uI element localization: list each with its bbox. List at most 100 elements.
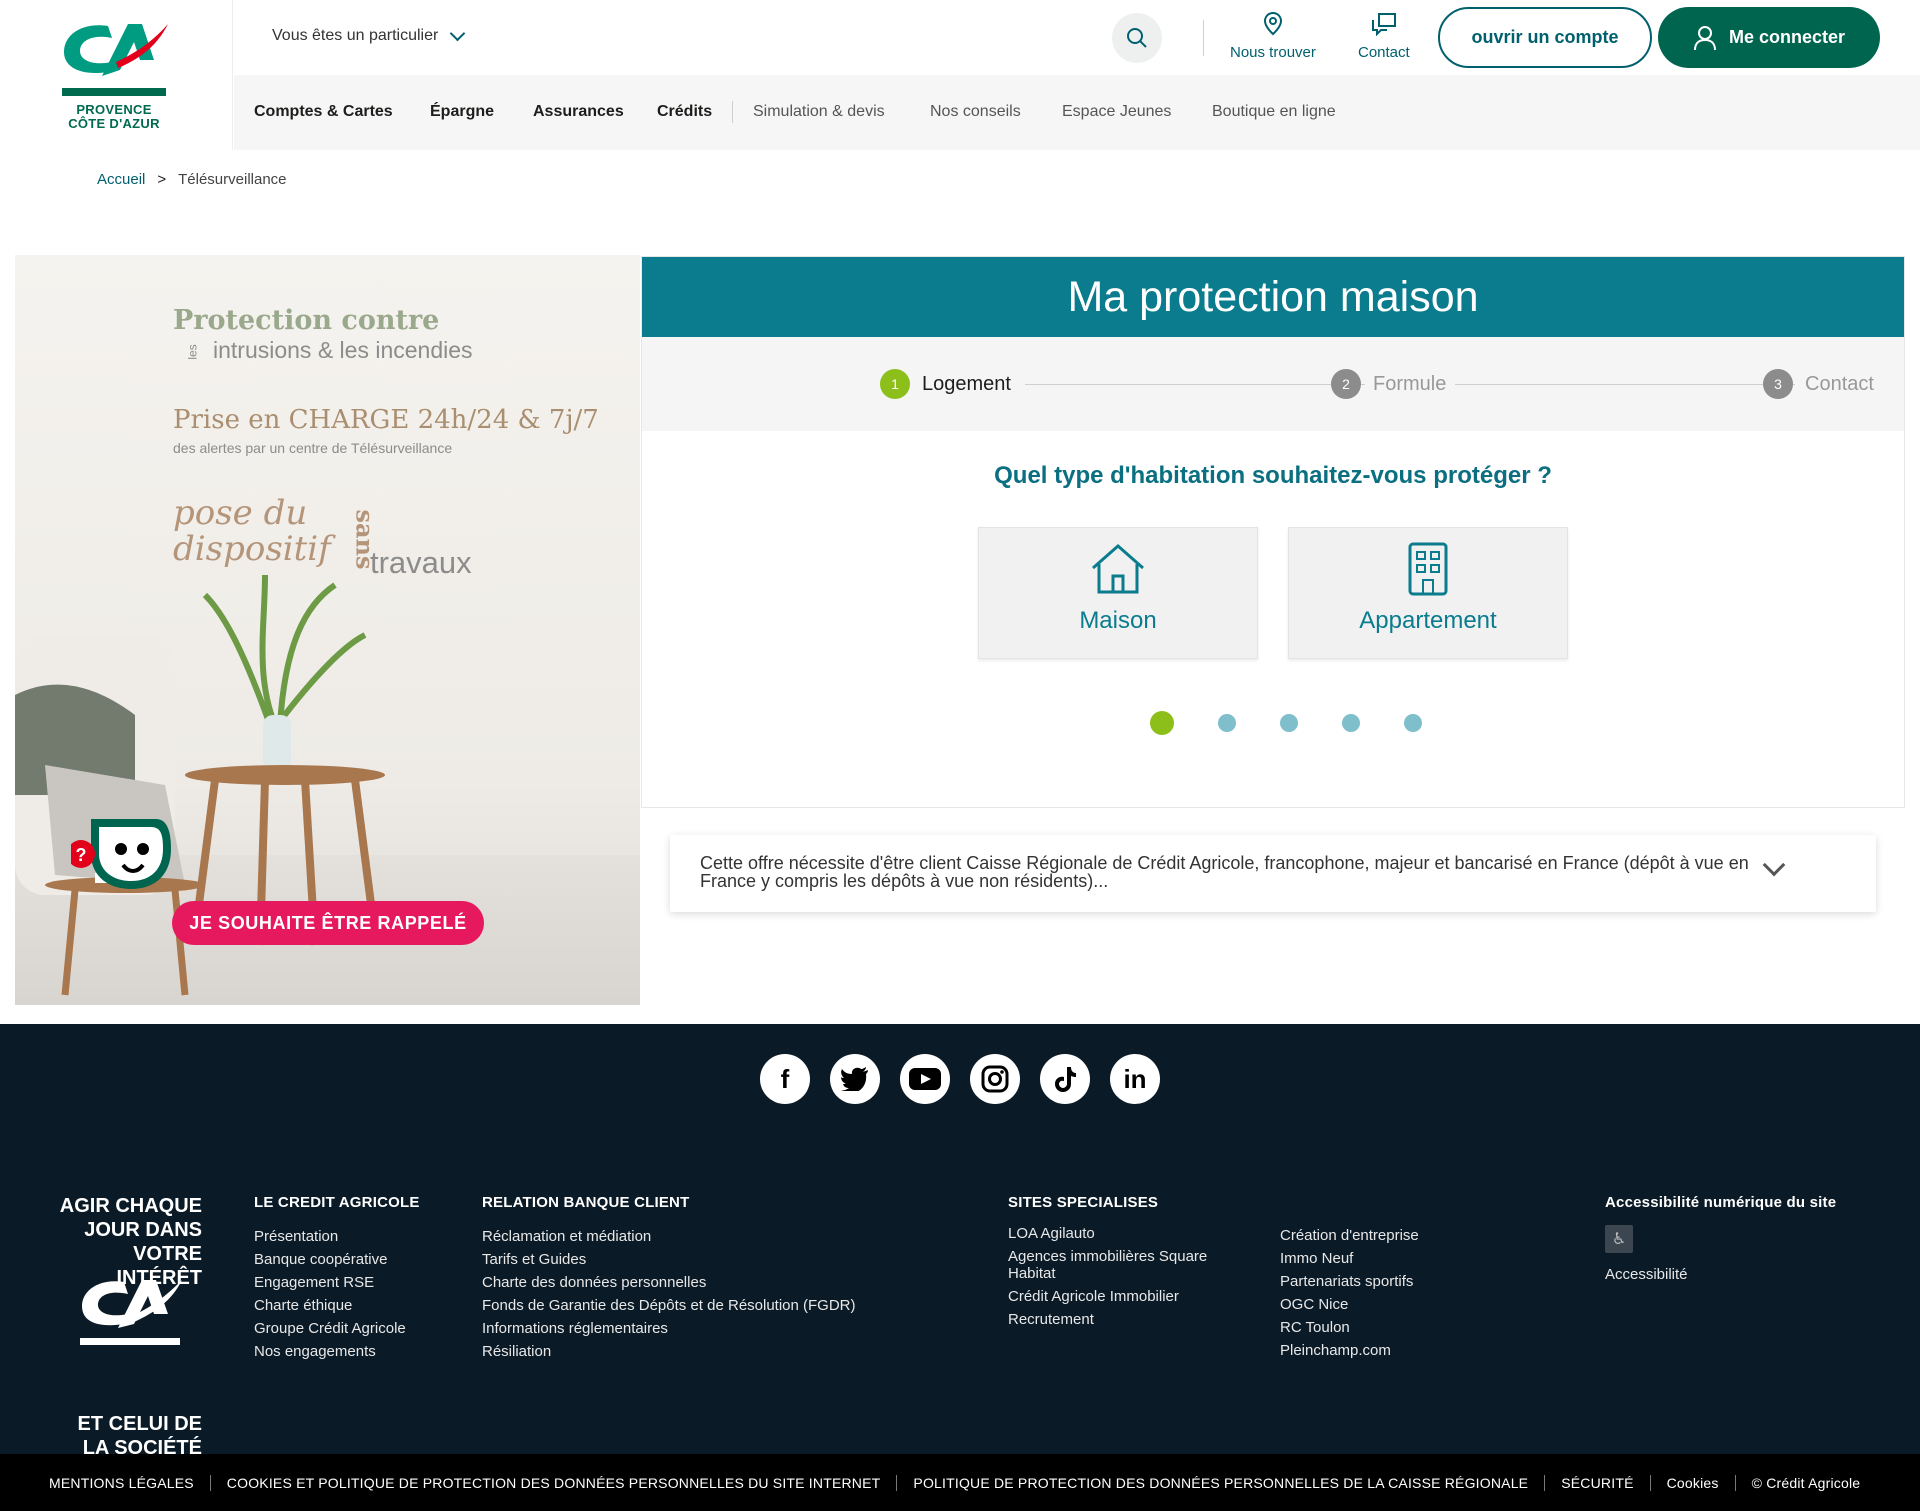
footer-col-title: RELATION BANQUE CLIENT xyxy=(482,1194,690,1211)
footer-link[interactable]: OGC Nice xyxy=(1280,1293,1419,1316)
step-number: 2 xyxy=(1331,369,1361,399)
step-logement[interactable]: 1 Logement xyxy=(880,369,1011,399)
logo-region-line2: CÔTE D'AZUR xyxy=(68,116,160,131)
legal-divider xyxy=(209,1474,211,1491)
site-footer: f in AGIR CHAQUE JOUR DANS VOTRE INTÉRÊT… xyxy=(0,1024,1920,1459)
footer-link[interactable]: Charte éthique xyxy=(254,1294,420,1317)
profile-selector[interactable]: Vous êtes un particulier xyxy=(272,25,466,45)
progress-dot xyxy=(1280,714,1298,732)
logo[interactable]: PROVENCE CÔTE D'AZUR xyxy=(0,0,233,150)
nav-espace-jeunes[interactable]: Espace Jeunes xyxy=(1062,103,1171,121)
legal-copyright: © Crédit Agricole xyxy=(1751,1474,1861,1491)
profile-selector-label: Vous êtes un particulier xyxy=(272,27,439,44)
nav-simulation-devis[interactable]: Simulation & devis xyxy=(753,103,885,121)
nav-credits[interactable]: Crédits xyxy=(657,103,712,121)
footer-link[interactable]: Fonds de Garantie des Dépôts et de Résol… xyxy=(482,1294,856,1317)
callback-button[interactable]: JE SOUHAITE ÊTRE RAPPELÉ xyxy=(172,901,484,945)
credit-agricole-logo-icon xyxy=(62,24,168,96)
promo-line-protection: Protection contre xyxy=(173,305,440,336)
house-icon xyxy=(1092,544,1144,594)
nav-epargne[interactable]: Épargne xyxy=(430,103,494,121)
legal-link-cookies[interactable]: Cookies xyxy=(1667,1475,1719,1491)
footer-col-sites-2: Création d'entreprise Immo Neuf Partenar… xyxy=(1280,1224,1419,1362)
legal-link-cookies-site[interactable]: COOKIES ET POLITIQUE DE PROTECTION DES D… xyxy=(227,1475,881,1491)
user-icon xyxy=(1693,25,1716,50)
contact-link[interactable]: Contact xyxy=(1358,12,1410,61)
header-divider xyxy=(1203,20,1204,56)
progress-dot xyxy=(1218,714,1236,732)
footer-link-accessibility[interactable]: Accessibilité xyxy=(1605,1263,1836,1286)
twitter-icon[interactable] xyxy=(830,1054,880,1104)
open-account-button[interactable]: ouvrir un compte xyxy=(1438,7,1652,68)
nav-divider xyxy=(732,101,733,123)
facebook-icon[interactable]: f xyxy=(760,1054,810,1104)
footer-link[interactable]: Informations réglementaires xyxy=(482,1317,856,1340)
search-button[interactable] xyxy=(1112,13,1162,63)
chatbot-mascot-icon[interactable]: ? xyxy=(71,809,171,899)
footer-link[interactable]: Réclamation et médiation xyxy=(482,1225,856,1248)
stepper: 1 Logement 2 Formule 3 Contact xyxy=(642,337,1904,431)
footer-link[interactable]: RC Toulon xyxy=(1280,1316,1419,1339)
footer-link[interactable]: LOA Agilauto xyxy=(1008,1225,1248,1242)
instagram-icon[interactable] xyxy=(970,1054,1020,1104)
progress-dots xyxy=(1150,711,1422,735)
svg-text:?: ? xyxy=(76,845,87,865)
step-label: Logement xyxy=(922,372,1011,395)
location-pin-icon xyxy=(1263,11,1282,36)
legal-link-data-protection[interactable]: POLITIQUE DE PROTECTION DES DONNÉES PERS… xyxy=(913,1475,1528,1491)
nav-assurances[interactable]: Assurances xyxy=(533,103,624,121)
question-heading: Quel type d'habitation souhaitez-vous pr… xyxy=(994,462,1552,489)
youtube-icon[interactable] xyxy=(900,1054,950,1104)
promo-line-prise-en-charge: Prise en CHARGE 24h/24 & 7j/7 xyxy=(173,405,599,435)
option-appartement[interactable]: Appartement xyxy=(1288,527,1568,659)
footer-link[interactable]: Tarifs et Guides xyxy=(482,1248,856,1271)
promo-line-intrusions: intrusions & les incendies xyxy=(213,337,473,363)
footer-link[interactable]: Engagement RSE xyxy=(254,1271,420,1294)
step-formule[interactable]: 2 Formule xyxy=(1331,369,1446,399)
login-button[interactable]: Me connecter xyxy=(1658,7,1880,68)
breadcrumb-current: Télésurveillance xyxy=(178,171,287,188)
footer-link[interactable]: Partenariats sportifs xyxy=(1280,1270,1419,1293)
footer-link[interactable]: Résiliation xyxy=(482,1340,856,1363)
footer-link[interactable]: Charte des données personnelles xyxy=(482,1271,856,1294)
logo-region-text: PROVENCE CÔTE D'AZUR xyxy=(54,103,174,131)
footer-link[interactable]: Création d'entreprise xyxy=(1280,1224,1419,1247)
option-maison[interactable]: Maison xyxy=(978,527,1258,659)
legal-link-mentions[interactable]: MENTIONS LÉGALES xyxy=(49,1475,194,1491)
option-maison-label: Maison xyxy=(1079,607,1157,634)
legal-link-security[interactable]: SÉCURITÉ xyxy=(1561,1475,1633,1491)
tiktok-icon[interactable] xyxy=(1040,1054,1090,1104)
find-agency-link[interactable]: Nous trouver xyxy=(1230,11,1316,61)
contact-label: Contact xyxy=(1358,44,1410,61)
legal-bar: MENTIONS LÉGALES COOKIES ET POLITIQUE DE… xyxy=(0,1454,1920,1511)
promo-line-pose-du: pose du xyxy=(173,493,308,533)
logo-region-line1: PROVENCE xyxy=(76,102,152,117)
step-number: 1 xyxy=(880,369,910,399)
linkedin-icon[interactable]: in xyxy=(1110,1054,1160,1104)
progress-dot xyxy=(1404,714,1422,732)
footer-link[interactable]: Banque coopérative xyxy=(254,1248,420,1271)
find-agency-label: Nous trouver xyxy=(1230,44,1316,61)
footer-col-title: Accessibilité numérique du site xyxy=(1605,1194,1837,1211)
footer-link[interactable]: Agences immobilières Square Habitat xyxy=(1008,1248,1248,1282)
footer-link[interactable]: Immo Neuf xyxy=(1280,1247,1419,1270)
offer-conditions-accordion[interactable]: Cette offre nécessite d'être client Cais… xyxy=(670,835,1876,912)
promo-banner: Protection contre les intrusions & les i… xyxy=(15,255,640,1005)
breadcrumb-home[interactable]: Accueil xyxy=(97,171,145,188)
footer-link[interactable]: Crédit Agricole Immobilier xyxy=(1008,1288,1248,1305)
step-label: Formule xyxy=(1373,372,1447,395)
footer-col-sites-specialises: SITES SPECIALISES LOA Agilauto Agences i… xyxy=(1008,1194,1248,1334)
nav-boutique[interactable]: Boutique en ligne xyxy=(1212,103,1336,121)
footer-link[interactable]: Pleinchamp.com xyxy=(1280,1339,1419,1362)
footer-col-title: LE CREDIT AGRICOLE xyxy=(254,1194,420,1211)
nav-comptes-cartes[interactable]: Comptes & Cartes xyxy=(254,103,393,121)
footer-link[interactable]: Recrutement xyxy=(1008,1311,1248,1328)
building-icon xyxy=(1408,542,1448,596)
footer-col-credit-agricole: LE CREDIT AGRICOLE Présentation Banque c… xyxy=(254,1194,420,1363)
footer-link[interactable]: Nos engagements xyxy=(254,1340,420,1363)
step-contact[interactable]: 3 Contact xyxy=(1763,369,1874,399)
footer-link[interactable]: Présentation xyxy=(254,1225,420,1248)
nav-nos-conseils[interactable]: Nos conseils xyxy=(930,103,1021,121)
footer-link[interactable]: Groupe Crédit Agricole xyxy=(254,1317,420,1340)
offer-conditions-text: Cette offre nécessite d'être client Cais… xyxy=(700,853,1749,891)
